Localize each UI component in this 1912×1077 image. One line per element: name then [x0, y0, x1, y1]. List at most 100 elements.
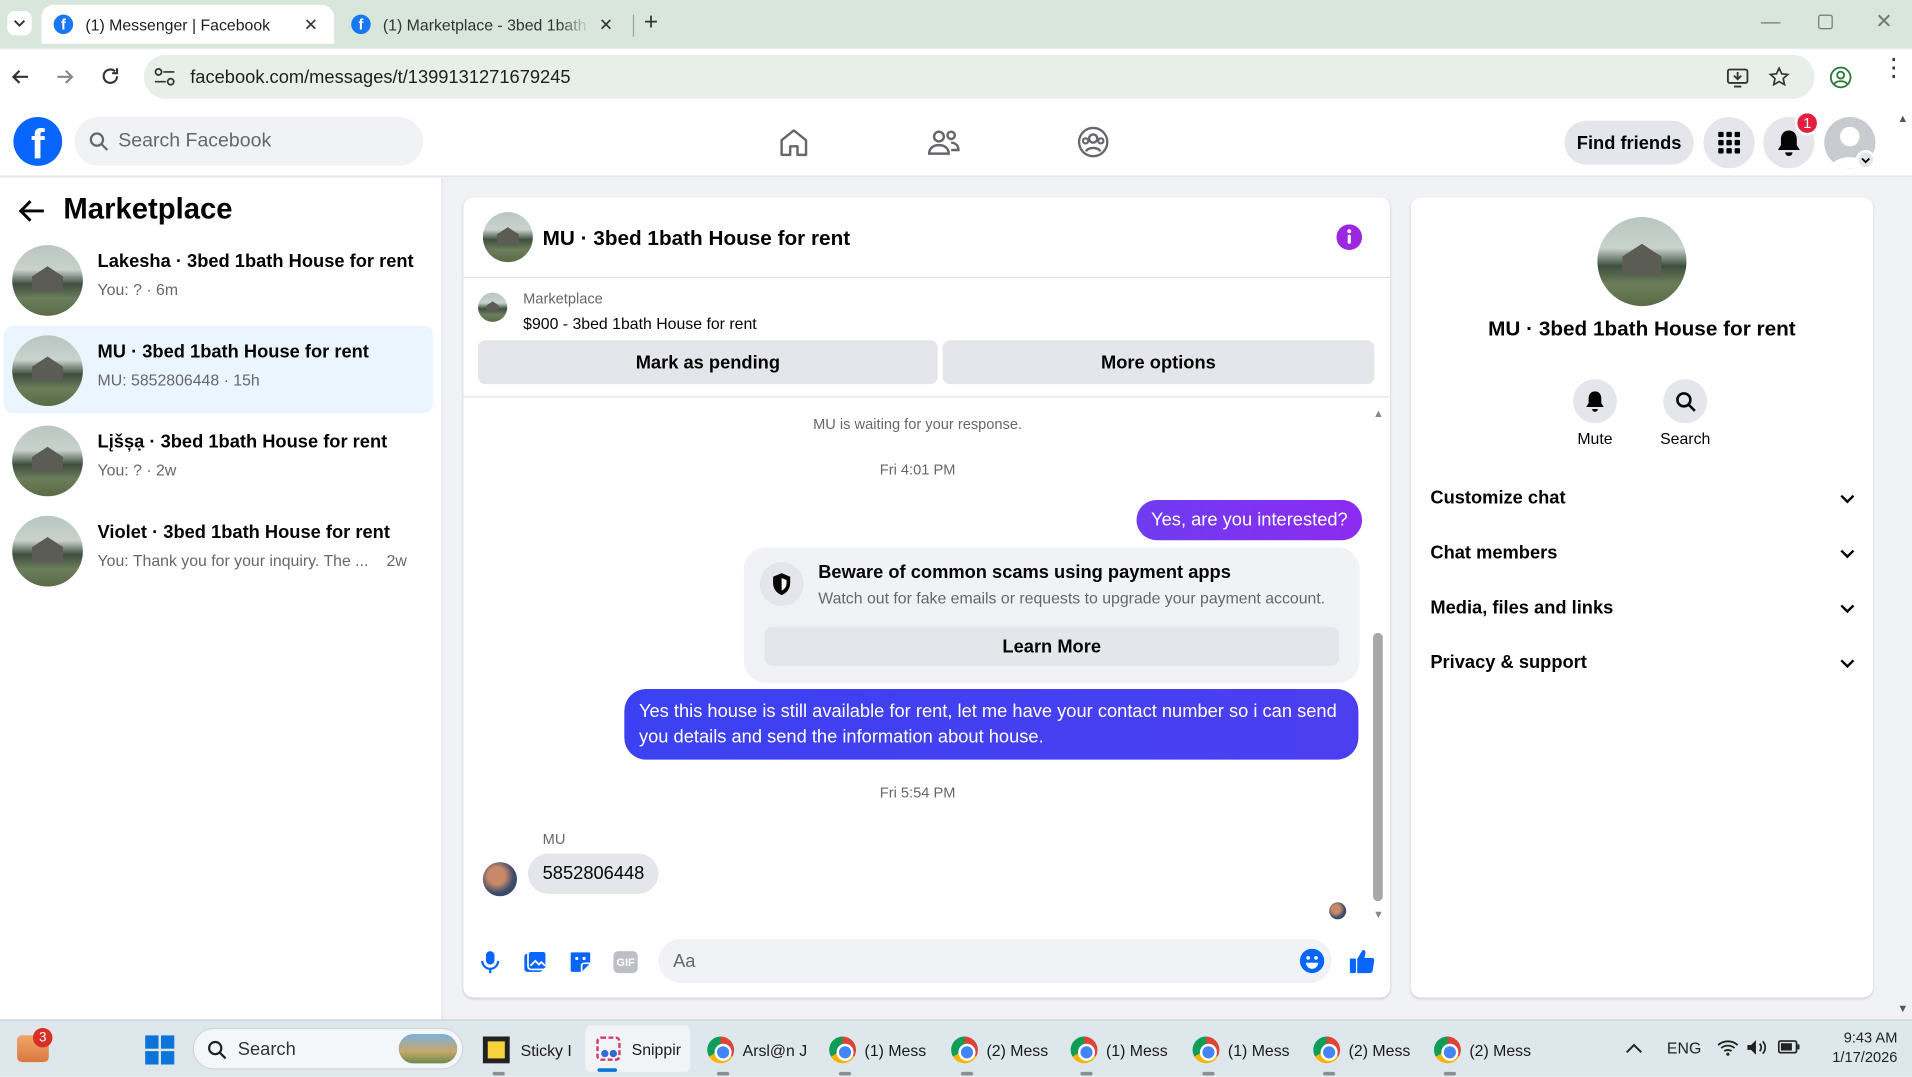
emoji-icon[interactable]	[1299, 948, 1325, 974]
section-privacy-support[interactable]: Privacy & support	[1430, 652, 1855, 673]
install-app-icon[interactable]	[1726, 66, 1749, 88]
message-outgoing[interactable]: Yes, are you interested?	[1136, 499, 1363, 541]
search-in-conversation-button[interactable]	[1663, 379, 1708, 424]
taskbar-app-snipping-tool[interactable]: Snippir	[585, 1025, 691, 1072]
profile-icon[interactable]	[1829, 66, 1852, 89]
search-label: Search	[1660, 429, 1711, 448]
section-media-files-links[interactable]: Media, files and links	[1430, 598, 1855, 618]
groups-icon[interactable]	[1077, 126, 1110, 159]
site-settings-icon[interactable]	[154, 67, 176, 87]
chat-scrollbar-thumb[interactable]	[1373, 632, 1383, 902]
conversation-item[interactable]: Violet · 3bed 1bath House for rent You: …	[4, 506, 433, 594]
browser-toolbar: facebook.com/messages/t/1399131271679245…	[0, 48, 1912, 107]
chat-info-icon[interactable]	[1336, 224, 1363, 250]
search-icon	[1675, 391, 1696, 412]
chat-title[interactable]: MU · 3bed 1bath House for rent	[543, 227, 851, 251]
listing-source: Marketplace	[523, 290, 603, 308]
restore-icon[interactable]	[1818, 14, 1833, 30]
taskbar-app-chrome[interactable]: (2) Mess	[1313, 1029, 1410, 1076]
taskbar-app-label: (1) Mess	[1227, 1040, 1290, 1060]
new-tab-icon[interactable]: +	[644, 9, 658, 37]
minimize-icon[interactable]: —	[1761, 12, 1781, 34]
taskbar-app-chrome[interactable]: (1) Mess	[1192, 1029, 1290, 1076]
chevron-up-icon[interactable]	[1625, 1043, 1643, 1054]
back-arrow-icon[interactable]	[18, 199, 45, 223]
running-indicator	[717, 1071, 730, 1076]
volume-icon[interactable]	[1746, 1039, 1768, 1056]
wifi-icon[interactable]	[1717, 1039, 1739, 1056]
chevron-down-icon	[1861, 157, 1870, 163]
sticky-notes-icon	[482, 1036, 510, 1064]
language-indicator[interactable]: ENG	[1667, 1039, 1701, 1057]
taskbar-app-label: (2) Mess	[986, 1040, 1049, 1060]
more-options-button[interactable]: More options	[942, 340, 1375, 385]
back-icon[interactable]	[11, 67, 31, 87]
message-input[interactable]: Aa	[658, 938, 1332, 983]
taskbar-app-chrome[interactable]: Arsl@n J	[707, 1029, 807, 1076]
search-highlight-image	[398, 1034, 458, 1064]
address-bar[interactable]: facebook.com/messages/t/1399131271679245	[143, 54, 1815, 99]
menu-button[interactable]	[1703, 117, 1755, 169]
reload-icon[interactable]	[100, 66, 121, 87]
home-icon[interactable]	[778, 127, 810, 159]
thumbs-up-icon[interactable]	[1349, 947, 1376, 974]
running-indicator	[1323, 1071, 1336, 1076]
taskbar-app-sticky-notes[interactable]: Sticky I	[482, 1029, 572, 1076]
tab-search-button[interactable]	[7, 10, 32, 36]
message-outgoing[interactable]: Yes this house is still available for re…	[624, 688, 1359, 760]
page-scroll-up-arrow[interactable]: ▲	[1897, 112, 1908, 124]
gif-icon[interactable]: GIF	[613, 951, 638, 974]
close-tab-icon[interactable]: ✕	[595, 14, 617, 35]
url-text: facebook.com/messages/t/1399131271679245	[190, 66, 571, 88]
sticker-icon[interactable]	[568, 950, 592, 974]
marketplace-conversations-panel: Marketplace Lakesha · 3bed 1bath House f…	[0, 178, 443, 1020]
forward-icon[interactable]	[55, 67, 75, 87]
section-chat-members[interactable]: Chat members	[1430, 543, 1855, 563]
listing-thumbnail[interactable]	[478, 292, 508, 322]
conversation-item[interactable]: Lįšșạ · 3bed 1bath House for rent You: ?…	[4, 416, 433, 504]
tab-marketplace[interactable]: f (1) Marketplace - 3bed 1bath H ✕	[339, 5, 629, 44]
clock[interactable]: 9:43 AM 1/17/2026	[1812, 1028, 1897, 1067]
taskbar-app-chrome[interactable]: (1) Mess	[829, 1029, 927, 1076]
listing-avatar-large[interactable]	[1597, 217, 1687, 307]
learn-more-button[interactable]: Learn More	[764, 626, 1339, 666]
listing-title[interactable]: $900 - 3bed 1bath House for rent	[523, 315, 757, 333]
conversation-item[interactable]: Lakesha · 3bed 1bath House for rent You:…	[4, 235, 433, 323]
section-customize-chat[interactable]: Customize chat	[1430, 488, 1855, 508]
page-scroll-down-arrow[interactable]: ▼	[1897, 1002, 1908, 1014]
account-menu-chevron[interactable]	[1855, 149, 1876, 170]
tab-messenger[interactable]: f (1) Messenger | Facebook ✕	[41, 4, 335, 44]
sender-name: MU	[542, 830, 566, 848]
mark-as-pending-button[interactable]: Mark as pending	[478, 340, 938, 385]
conversation-preview: You: Thank you for your inquiry. The ...	[97, 551, 369, 570]
close-tab-icon[interactable]: ✕	[300, 14, 322, 35]
chat-avatar[interactable]	[482, 212, 533, 263]
scroll-down-arrow[interactable]: ▼	[1373, 908, 1384, 920]
scroll-up-arrow[interactable]: ▲	[1373, 407, 1384, 419]
chat-panel: MU · 3bed 1bath House for rent Marketpla…	[463, 197, 1391, 998]
photo-icon[interactable]	[523, 950, 548, 974]
message-incoming[interactable]: 5852806448	[528, 853, 660, 894]
facebook-logo-icon[interactable]: f	[13, 117, 63, 166]
microphone-icon[interactable]	[480, 950, 500, 974]
find-friends-button[interactable]: Find friends	[1564, 120, 1694, 165]
facebook-search-input[interactable]: Search Facebook	[74, 117, 424, 166]
sender-avatar[interactable]	[482, 862, 518, 897]
bookmark-star-icon[interactable]	[1768, 66, 1790, 88]
scam-warning-title: Beware of common scams using payment app…	[818, 562, 1231, 583]
shield-icon-wrap	[759, 562, 804, 607]
conversation-time: 2w	[386, 551, 407, 570]
windows-start-icon[interactable]	[145, 1035, 175, 1065]
taskbar-app-chrome[interactable]: (1) Mess	[1070, 1029, 1168, 1076]
friends-icon[interactable]	[927, 127, 961, 159]
close-window-icon[interactable]: ✕	[1875, 10, 1892, 34]
taskbar-app-chrome[interactable]: (2) Mess	[951, 1029, 1049, 1076]
taskbar-search[interactable]: Search	[192, 1027, 464, 1070]
running-indicator	[492, 1071, 505, 1076]
mute-button[interactable]	[1573, 379, 1617, 424]
taskbar-app-label: (1) Mess	[864, 1040, 927, 1060]
browser-menu-icon[interactable]: ⋮	[1882, 56, 1906, 80]
taskbar-app-chrome[interactable]: (2) Mess	[1434, 1029, 1531, 1076]
conversation-item-active[interactable]: MU · 3bed 1bath House for rent MU: 58528…	[3, 325, 433, 414]
battery-icon[interactable]	[1777, 1040, 1800, 1054]
